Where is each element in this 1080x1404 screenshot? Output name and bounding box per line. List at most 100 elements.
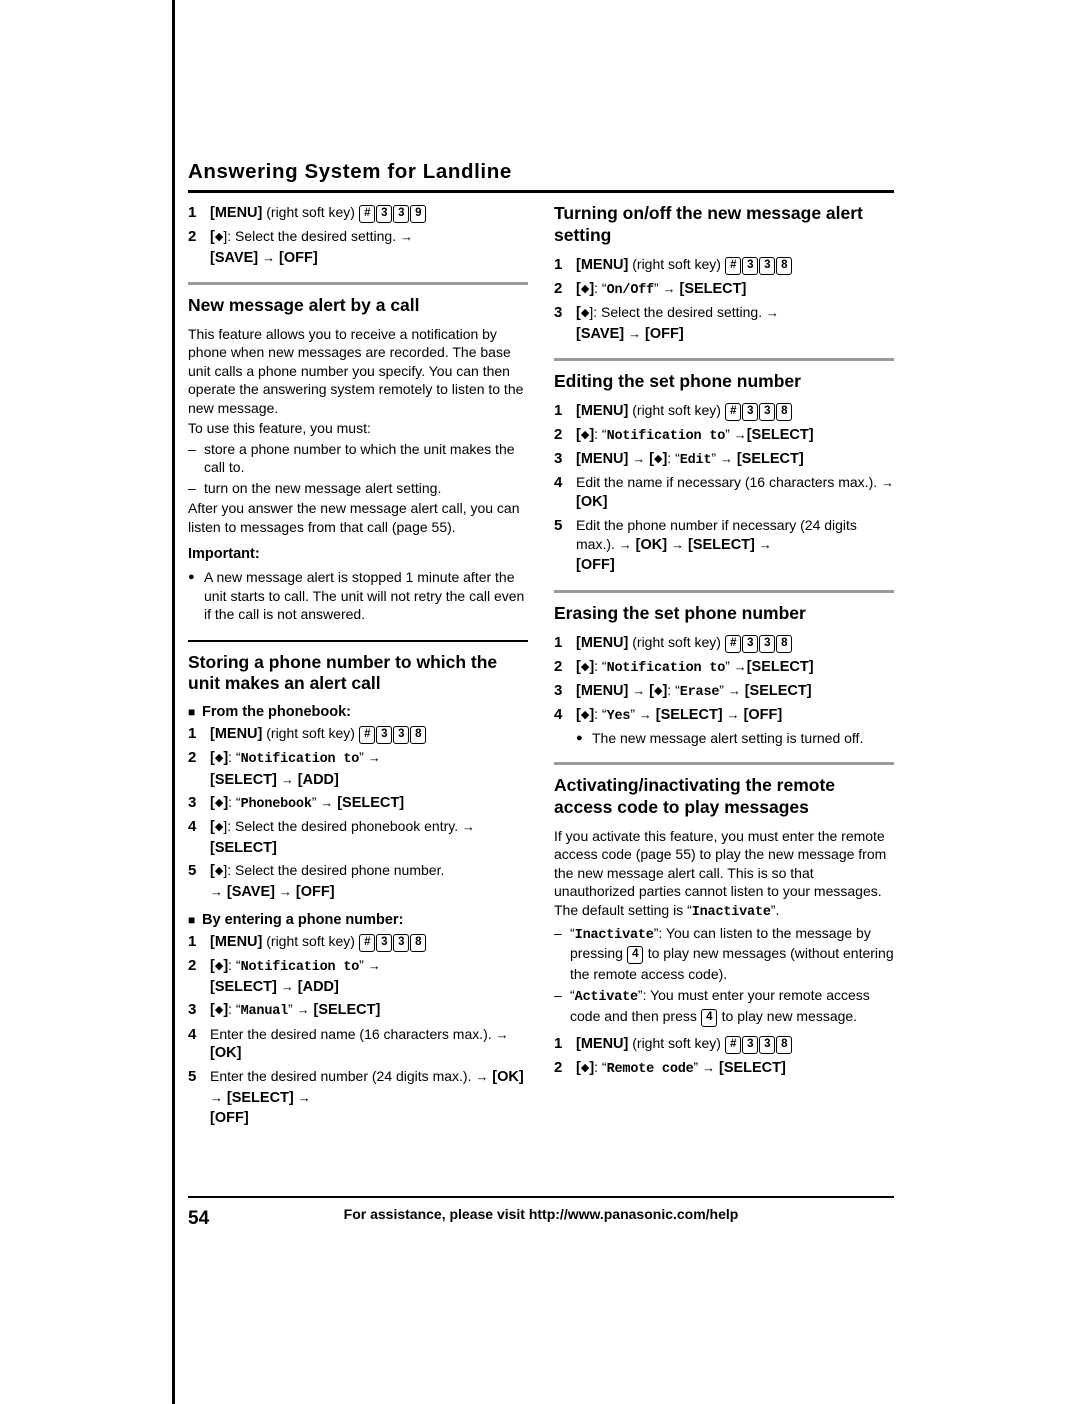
step-number: 1 <box>554 401 563 419</box>
key-8: 8 <box>410 933 427 952</box>
step-mid-text: (right soft key) <box>262 204 359 220</box>
section1-paragraph-3: After you answer the new message alert c… <box>188 500 520 535</box>
page-content: Answering System for Landline 1 [MENU] (… <box>188 160 894 1132</box>
step-item: 4 [◆]: Select the desired phonebook entr… <box>188 817 528 858</box>
step-text: [MENU] (right soft key) #3 3 8 <box>576 401 894 422</box>
step-number: 1 <box>188 204 197 221</box>
arrow-icon: → <box>262 249 276 265</box>
menu-option-label: Yes <box>606 709 631 725</box>
title-divider <box>188 190 894 193</box>
section-heading-new-message-alert: New message alert by a call <box>188 295 420 316</box>
dash-item: – store a phone number to which the unit… <box>188 440 528 477</box>
step-number: 3 <box>554 303 563 321</box>
square-bullet-icon: ■ <box>188 705 196 720</box>
step-number: 3 <box>554 681 563 699</box>
section4-para-b: . <box>775 901 780 918</box>
page-title: Answering System for Landline <box>188 160 512 183</box>
step-number: 2 <box>554 279 563 297</box>
key-hash: # <box>359 933 376 952</box>
navigator-key-icon: [◆] <box>649 682 668 699</box>
select-key-label: [SELECT] <box>210 771 281 788</box>
step-item: 2 [◆]: “Notification to” →[SELECT] <box>554 425 894 446</box>
step-number: 2 <box>188 749 197 767</box>
step-item: 1 [MENU] (right soft key) #3 3 8 <box>554 633 894 654</box>
step-text: [MENU] (right soft key) #3 3 8 <box>576 633 894 654</box>
select-key-label: [SELECT] <box>226 1089 298 1106</box>
menu-key-label: [MENU] <box>210 726 263 743</box>
left-margin-rule <box>172 0 175 1404</box>
arrow-icon: → <box>210 1089 223 1105</box>
step-text: [◆]: “Notification to” →[SELECT] <box>576 425 814 444</box>
step-number: 1 <box>554 633 563 651</box>
step-text: [MENU] (right soft key) #3 3 8 <box>210 932 528 953</box>
step-item: 3 [◆]: “Phonebook” → [SELECT] <box>188 793 528 814</box>
navigator-key-icon: [◆] <box>210 750 229 767</box>
arrow-icon: → <box>495 1026 509 1042</box>
key-3b: 3 <box>759 634 776 653</box>
step-number: 1 <box>188 725 197 743</box>
page-footer: For assistance, please visit http://www.… <box>188 1196 894 1222</box>
select-key-label: [SELECT] <box>337 795 405 812</box>
step-number: 5 <box>554 516 563 534</box>
section-heading-erasing-number: Erasing the set phone number <box>554 602 806 623</box>
arrow-icon: → <box>367 957 381 973</box>
select-key-label: [SELECT] <box>655 707 727 724</box>
key-3a: 3 <box>376 726 393 745</box>
ok-key-label: [OK] <box>210 1045 242 1062</box>
step-text: [◆]: “Yes” → [SELECT] → [OFF] <box>576 706 783 725</box>
select-key-label: [SELECT] <box>210 978 281 995</box>
section-heading-remote-access-code: Activating/inactivating the remote acces… <box>554 775 836 817</box>
dash2-text-b: to play new message. <box>717 1007 858 1024</box>
arrow-icon: → <box>280 978 294 994</box>
step-item: 5 Edit the phone number if necessary (24… <box>554 516 894 576</box>
left-column: 1 [MENU] (right soft key) #3 3 9 2 [◆]: Se… <box>188 203 528 1132</box>
step-text: Enter the desired number (24 digits max.… <box>210 1067 528 1129</box>
menu-option-label: Notification to <box>606 660 726 676</box>
navigator-key-icon: [◆] <box>649 451 668 468</box>
ok-key-label: [OK] <box>635 536 672 553</box>
step-text: [MENU] (right soft key) #3 3 9 <box>210 203 528 224</box>
step-text: [◆]: Select the desired phone number. → … <box>210 861 528 902</box>
arrow-icon: → <box>296 1002 310 1018</box>
key-hash: # <box>725 256 742 275</box>
two-column-layout: 1 [MENU] (right soft key) #3 3 9 2 [◆]: Se… <box>188 203 894 1132</box>
step-text: [◆]: “Remote code” → [SELECT] <box>576 1058 786 1077</box>
step-item: 1 [MENU] (right soft key) #3 3 9 <box>188 203 528 224</box>
dash-item: – “Inactivate”: You can listen to the me… <box>554 924 894 984</box>
step-text: [◆]: “Notification to” →[SELECT] <box>576 657 814 676</box>
step-text: [◆]: Select the desired phonebook entry.… <box>210 817 528 858</box>
step-item: 3 [MENU] → [◆]: “Edit” → [SELECT] <box>554 449 894 470</box>
menu-key-label: [MENU] <box>576 256 629 273</box>
dash-item: – turn on the new message alert setting. <box>188 479 528 497</box>
arrow-icon: → <box>632 451 646 467</box>
step-item: 2 [◆]: Select the desired setting. → [SA… <box>188 227 528 268</box>
off-key-label: [OFF] <box>210 1110 249 1127</box>
arrow-icon: → <box>399 229 413 244</box>
section-heading-storing-phone-number: Storing a phone number to which the unit… <box>188 651 498 694</box>
step-body-text: ]: Select the desired phonebook entry. <box>223 818 462 835</box>
step-body-text: ]: Select the desired phone number. <box>223 862 445 879</box>
off-key-label: [OFF] <box>295 884 335 900</box>
subheading-text: By entering a phone number: <box>202 911 404 928</box>
bullet-item: ● The new message alert setting is turne… <box>576 729 894 748</box>
select-key-label: [SELECT] <box>313 1002 381 1019</box>
key-3a: 3 <box>742 402 759 421</box>
navigator-key-icon: [◆] <box>576 707 595 724</box>
step-number: 3 <box>554 450 563 468</box>
step-text-a: ]: Select the desired setting. <box>223 228 400 244</box>
navigator-key-icon: [◆] <box>576 1059 595 1076</box>
arrow-icon: → <box>733 426 747 442</box>
key-8: 8 <box>410 726 427 745</box>
step-number: 1 <box>554 1034 563 1052</box>
key-8: 8 <box>776 634 793 653</box>
step-body-text: Enter the desired name (16 characters ma… <box>210 1025 496 1042</box>
arrow-icon: → <box>727 682 741 698</box>
arrow-icon: → <box>881 475 895 491</box>
dash-text: store a phone number to which the unit m… <box>204 440 515 476</box>
bullet-item: ● A new message alert is stopped 1 minut… <box>188 568 528 623</box>
step-item: 3 [◆]: “Manual” → [SELECT] <box>188 1000 528 1021</box>
step-number: 4 <box>188 818 197 836</box>
key-8: 8 <box>776 1035 793 1054</box>
step-item: 2 [◆]: “Remote code” → [SELECT] <box>554 1058 894 1079</box>
arrow-icon: → <box>719 451 733 467</box>
